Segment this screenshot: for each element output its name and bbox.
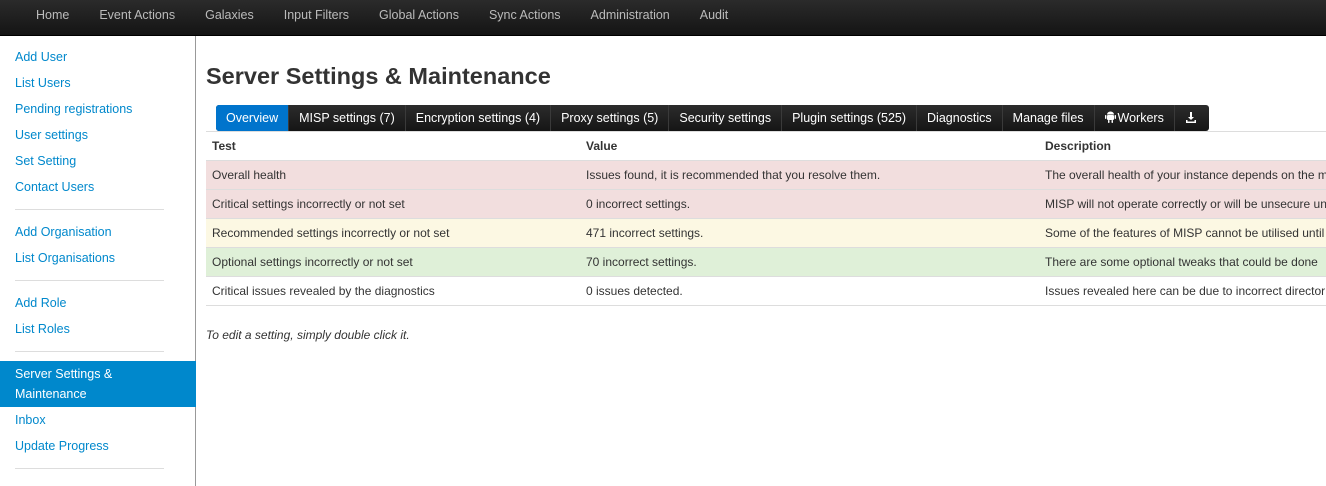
edit-hint: To edit a setting, simply double click i… <box>206 328 410 342</box>
sidebar-item-update-progress[interactable]: Update Progress <box>0 433 195 459</box>
sidebar-item-list-roles[interactable]: List Roles <box>0 316 195 342</box>
cell-description: Some of the features of MISP cannot be u… <box>1039 218 1326 248</box>
cell-test: Optional settings incorrectly or not set <box>206 247 580 277</box>
topnav-item-event-actions[interactable]: Event Actions <box>84 0 190 36</box>
sidebar-item-set-setting[interactable]: Set Setting <box>0 148 195 174</box>
tab-label: MISP settings (7) <box>299 111 395 125</box>
tab-download[interactable] <box>1175 105 1209 131</box>
table-header-row: Test Value Description <box>206 131 1326 161</box>
table-row: Critical settings incorrectly or not set… <box>206 189 1326 219</box>
sidebar-item-server-settings-maintenance[interactable]: Server Settings & Maintenance <box>0 361 196 407</box>
topnav-item-input-filters[interactable]: Input Filters <box>269 0 364 36</box>
sidebar-divider <box>15 468 164 469</box>
settings-tab-bar: Overview MISP settings (7) Encryption sett… <box>216 105 1209 131</box>
download-icon <box>1185 112 1197 125</box>
tab-diagnostics[interactable]: Diagnostics <box>917 105 1003 131</box>
sidebar-group: Add Role List Roles <box>0 290 195 342</box>
table-row: Optional settings incorrectly or not set… <box>206 247 1326 277</box>
tab-proxy-settings[interactable]: Proxy settings (5) <box>551 105 670 131</box>
cell-description: The overall health of your instance depe… <box>1039 160 1326 190</box>
sidebar-divider <box>15 280 164 281</box>
topnav-item-global-actions[interactable]: Global Actions <box>364 0 474 36</box>
table-row: Overall health Issues found, it is recomm… <box>206 160 1326 190</box>
topnav-item-home[interactable]: Home <box>21 0 84 36</box>
topnav-item-administration[interactable]: Administration <box>576 0 685 36</box>
column-header-test: Test <box>206 131 580 161</box>
sidebar-divider <box>15 351 164 352</box>
cell-test: Critical issues revealed by the diagnost… <box>206 276 580 306</box>
android-icon <box>1104 111 1116 125</box>
topnav-item-audit[interactable]: Audit <box>685 0 744 36</box>
tab-label: Plugin settings (525) <box>792 111 907 125</box>
sidebar-group: Server Settings & Maintenance Inbox Update… <box>0 361 196 459</box>
tab-misp-settings[interactable]: MISP settings (7) <box>289 105 406 131</box>
topnav-item-galaxies[interactable]: Galaxies <box>190 0 269 36</box>
tab-label: Workers <box>1117 111 1164 125</box>
sidebar-group: Add Organisation List Organisations <box>0 219 195 271</box>
cell-description: There are some optional tweaks that coul… <box>1039 247 1326 277</box>
cell-test: Recommended settings incorrectly or not … <box>206 218 580 248</box>
table-body: Overall health Issues found, it is recomm… <box>206 160 1326 306</box>
cell-value: 70 incorrect settings. <box>580 247 1039 277</box>
tab-overview[interactable]: Overview <box>216 105 290 131</box>
health-table: Test Value Description Overall health Iss… <box>206 131 1326 306</box>
cell-test: Critical settings incorrectly or not set <box>206 189 580 219</box>
tab-label: Diagnostics <box>927 111 992 125</box>
tab-security-settings[interactable]: Security settings <box>669 105 783 131</box>
tab-workers[interactable]: Workers <box>1095 105 1175 131</box>
page-title: Server Settings & Maintenance <box>206 63 551 89</box>
sidebar-item-list-users[interactable]: List Users <box>0 70 195 96</box>
sidebar-divider <box>15 209 164 210</box>
column-header-value: Value <box>580 131 1039 161</box>
cell-value: Issues found, it is recommended that you… <box>580 160 1039 190</box>
sidebar: Add User List Users Pending registrations U… <box>0 36 196 486</box>
cell-value: 0 issues detected. <box>580 276 1039 306</box>
cell-value: 471 incorrect settings. <box>580 218 1039 248</box>
sidebar-item-add-role[interactable]: Add Role <box>0 290 195 316</box>
sidebar-item-add-organisation[interactable]: Add Organisation <box>0 219 195 245</box>
tab-plugin-settings[interactable]: Plugin settings (525) <box>782 105 918 131</box>
cell-description: MISP will not operate correctly or will … <box>1039 189 1326 219</box>
tab-label: Overview <box>226 111 279 125</box>
cell-value: 0 incorrect settings. <box>580 189 1039 219</box>
tab-label: Security settings <box>679 111 772 125</box>
sidebar-item-contact-users[interactable]: Contact Users <box>0 174 195 200</box>
tab-label: Encryption settings (4) <box>415 111 541 125</box>
sidebar-group: Add User List Users Pending registrations U… <box>0 44 195 200</box>
column-header-description: Description <box>1039 131 1326 161</box>
top-navbar: Home Event Actions Galaxies Input Filters Gl… <box>0 0 1326 36</box>
tab-label: Manage files <box>1012 111 1084 125</box>
sidebar-item-pending-registrations[interactable]: Pending registrations <box>0 96 195 122</box>
main-content: Server Settings & Maintenance Overview MI… <box>206 36 1326 342</box>
topnav-item-sync-actions[interactable]: Sync Actions <box>474 0 576 36</box>
sidebar-item-list-organisations[interactable]: List Organisations <box>0 245 195 271</box>
cell-test: Overall health <box>206 160 580 190</box>
top-nav-list: Home Event Actions Galaxies Input Filters Gl… <box>0 0 1326 36</box>
sidebar-item-inbox[interactable]: Inbox <box>0 407 195 433</box>
tab-manage-files[interactable]: Manage files <box>1003 105 1095 131</box>
sidebar-item-user-settings[interactable]: User settings <box>0 122 195 148</box>
tab-encryption-settings[interactable]: Encryption settings (4) <box>406 105 552 131</box>
table-row: Recommended settings incorrectly or not … <box>206 218 1326 248</box>
table-row: Critical issues revealed by the diagnost… <box>206 276 1326 306</box>
tab-label: Proxy settings (5) <box>561 111 659 125</box>
sidebar-item-add-user[interactable]: Add User <box>0 44 195 70</box>
cell-description: Issues revealed here can be due to incor… <box>1039 276 1326 306</box>
